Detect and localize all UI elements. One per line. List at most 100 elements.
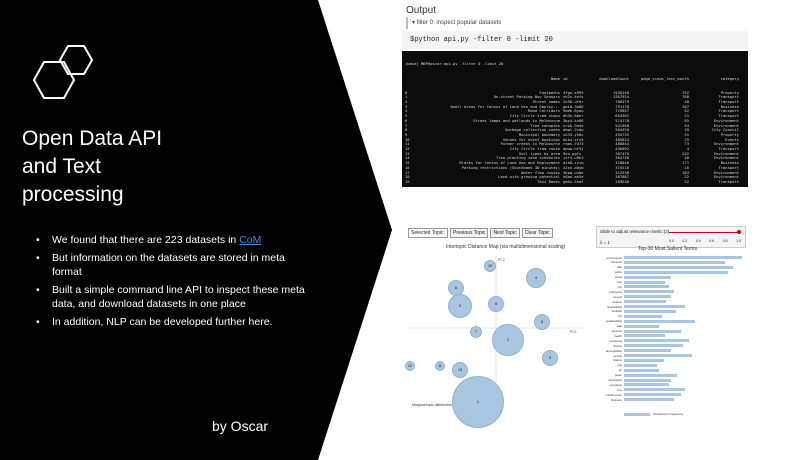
term-row[interactable]: green <box>596 373 678 378</box>
term-row[interactable]: property <box>596 329 681 333</box>
term-row[interactable]: melbourne <box>596 290 674 294</box>
term-label: recreation <box>609 382 622 387</box>
term-bar <box>624 270 728 274</box>
topic-bubble[interactable]: 7 <box>470 326 482 338</box>
previous-topic-button[interactable]: Previous Topic <box>450 228 489 238</box>
term-row[interactable]: tree <box>596 280 666 284</box>
term-row[interactable]: footpath <box>596 309 676 314</box>
term-row[interactable]: street <box>596 275 672 280</box>
term-label: council <box>613 294 622 299</box>
term-label: pop <box>617 363 622 368</box>
bullet-item: In addition, NLP can be developed furthe… <box>34 315 314 329</box>
topic-bubble[interactable]: 10 <box>484 260 496 272</box>
term-bar <box>624 265 733 269</box>
topic-bubble[interactable]: 11 <box>435 361 445 371</box>
output-screenshot: Output ▾ filter 0: inspect popular datas… <box>396 3 752 191</box>
terminal-header: Name id downloadCount page_views_last_mo… <box>405 75 745 82</box>
term-row[interactable]: art <box>596 368 660 372</box>
next-topic-button[interactable]: Next Topic <box>490 228 520 238</box>
topic-bubble[interactable]: 8 <box>534 314 550 330</box>
term-label: environment <box>606 255 622 260</box>
term-row[interactable]: location <box>596 299 667 304</box>
slide-title-line: processing <box>22 183 124 206</box>
bullet-text: We found that there are 223 datasets in <box>52 234 240 246</box>
topic-bubble[interactable]: 5 <box>488 296 504 312</box>
term-bar <box>624 300 667 304</box>
term-bar <box>624 393 681 397</box>
col-header: category <box>720 75 739 81</box>
terminal-cell: Taxi Ranks <box>537 178 560 184</box>
clear-topic-button[interactable]: Clear Topic <box>521 228 553 238</box>
term-row[interactable]: council <box>596 294 672 299</box>
viz-toolbar: Selected Topic: Previous Topic Next Topi… <box>408 228 553 238</box>
term-row[interactable]: cafe <box>596 324 660 329</box>
term-row[interactable]: business <box>596 397 674 402</box>
term-row[interactable]: plan <box>596 265 733 270</box>
topic-bubble-label: 7 <box>475 330 477 334</box>
term-row[interactable]: city <box>596 285 669 289</box>
terminal-cell: gmhs-5nmf <box>563 178 584 184</box>
term-row[interactable]: demographic <box>596 348 672 353</box>
term-bar <box>624 256 742 259</box>
topic-bubble[interactable]: 12 <box>405 361 415 371</box>
terminal-row: 19 Taxi Ranks gmhs-5nmf 269638 52 Transport <box>405 178 745 185</box>
term-row[interactable]: bus <box>596 387 686 392</box>
topic-bubble-label: 11 <box>438 364 442 368</box>
slider-handle[interactable] <box>737 230 741 234</box>
term-row[interactable]: historic <box>596 344 683 348</box>
term-bar <box>624 285 669 289</box>
term-row[interactable]: finance <box>596 358 665 362</box>
slider-tick: 0.4 <box>695 239 701 243</box>
term-bar <box>624 378 672 382</box>
term-label: health <box>614 333 622 338</box>
topic-bubble-label: 10 <box>488 264 492 268</box>
term-bar <box>624 314 662 318</box>
topic-bubble-label: 6 <box>455 286 457 290</box>
output-label: Output <box>406 5 437 16</box>
relevance-slider[interactable] <box>669 232 739 233</box>
term-row[interactable]: monitoring <box>596 339 689 343</box>
topic-bubble[interactable]: 13 <box>452 362 468 378</box>
term-label: cafe <box>616 324 622 329</box>
term-row[interactable]: census <box>596 354 693 358</box>
term-row[interactable]: environment <box>596 255 742 260</box>
term-label: demographic <box>605 348 622 353</box>
col-header: page_views_last_month <box>640 75 689 81</box>
topic-bubble[interactable]: 1 <box>452 376 504 428</box>
term-label: infrastructure <box>605 392 622 397</box>
term-label: green <box>614 373 622 378</box>
terminal-prompt: (base) MBP@oscar:api.py -filter 0 -limit… <box>405 61 504 67</box>
com-link[interactable]: CoM <box>239 234 261 246</box>
term-row[interactable]: accessibility <box>596 305 686 309</box>
topic-bubble[interactable]: 2 <box>492 324 524 356</box>
topic-bubble[interactable]: 3 <box>448 294 472 318</box>
topic-bubble[interactable]: 9 <box>542 350 558 366</box>
terminal-cell: 52 <box>684 178 689 184</box>
term-row[interactable]: transport <box>596 260 726 264</box>
term-label: business <box>610 397 622 402</box>
topic-bubble[interactable]: 4 <box>526 268 546 288</box>
term-label: footpath <box>611 309 622 314</box>
term-row[interactable]: infrastructure <box>596 392 681 397</box>
term-bar <box>624 329 681 333</box>
byline: by Oscar <box>212 418 269 434</box>
term-row[interactable]: pop <box>596 363 658 368</box>
term-bar <box>624 305 686 308</box>
term-label: plan <box>616 265 622 270</box>
term-row[interactable]: description <box>596 378 672 382</box>
term-label: location <box>612 299 622 304</box>
term-row[interactable]: recreation <box>596 382 669 387</box>
slider-tick: 0.6 <box>709 239 715 243</box>
term-row[interactable]: public <box>596 270 728 274</box>
term-row[interactable]: sustainability <box>596 319 695 323</box>
term-bar <box>624 319 695 323</box>
term-label: street <box>615 275 622 280</box>
col-header: downloadCount <box>599 75 629 81</box>
term-bar <box>624 334 666 338</box>
term-row[interactable]: city <box>596 314 662 318</box>
topic-bubble-label: 2 <box>507 338 509 342</box>
term-label: bus <box>617 387 622 392</box>
term-bar <box>624 368 660 372</box>
hexagon-logo-icon <box>32 45 94 99</box>
term-row[interactable]: health <box>596 333 666 338</box>
